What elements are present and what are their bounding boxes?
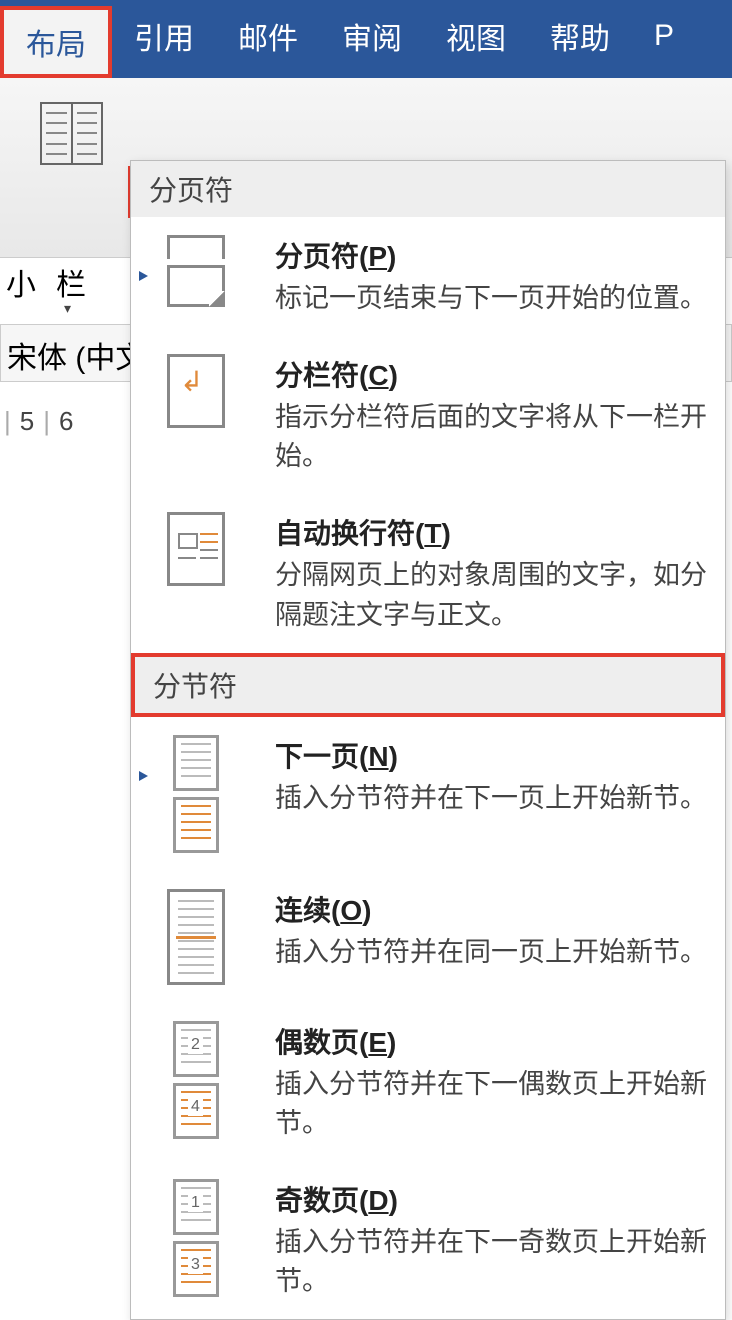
columns-label[interactable]: 栏 xyxy=(56,260,86,304)
tab-mail[interactable]: 邮件 xyxy=(216,0,320,72)
ribbon-tabs: 布局 引用 邮件 审阅 视图 帮助 P xyxy=(0,0,732,78)
odd-page-icon: 3 xyxy=(173,1241,219,1297)
menu-item-text-wrap[interactable]: 自动换行符(T) 分隔网页上的对象周围的文字，如分隔题注文字与正文。 xyxy=(131,494,725,652)
breaks-dropdown-menu: 分页符 分页符(P) 标记一页结束与下一页开始的位置。 分栏符(C) 指示分栏符… xyxy=(130,160,726,1320)
menu-item-even-page[interactable]: 2 4 偶数页(E) 插入分节符并在下一偶数页上开始新节。 xyxy=(131,1003,725,1161)
columns-icon[interactable] xyxy=(40,102,103,165)
menu-item-desc: 指示分栏符后面的文字将从下一栏开始。 xyxy=(275,398,711,476)
even-page-icon: 2 xyxy=(173,1021,219,1077)
tab-help[interactable]: 帮助 xyxy=(528,0,632,72)
next-page-icon xyxy=(173,797,219,853)
tab-partial[interactable]: P xyxy=(632,0,696,72)
page-break-icon xyxy=(167,265,225,307)
menu-item-column-break[interactable]: 分栏符(C) 指示分栏符后面的文字将从下一栏开始。 xyxy=(131,336,725,494)
even-page-icon: 4 xyxy=(173,1083,219,1139)
menu-item-desc: 插入分节符并在下一奇数页上开始新节。 xyxy=(275,1223,711,1301)
odd-page-icon: 1 xyxy=(173,1179,219,1235)
continuous-icon xyxy=(167,889,225,985)
tab-view[interactable]: 视图 xyxy=(424,0,528,72)
menu-item-title: 奇数页(D) xyxy=(275,1179,711,1219)
menu-item-title: 分栏符(C) xyxy=(275,354,711,394)
menu-item-title: 偶数页(E) xyxy=(275,1021,711,1061)
menu-item-title: 分页符(P) xyxy=(275,235,711,275)
current-indicator-icon xyxy=(139,271,148,281)
menu-item-title: 连续(O) xyxy=(275,889,711,929)
menu-item-next-page[interactable]: 下一页(N) 插入分节符并在下一页上开始新节。 xyxy=(131,717,725,871)
menu-item-title: 自动换行符(T) xyxy=(275,512,711,552)
menu-item-odd-page[interactable]: 1 3 奇数页(D) 插入分节符并在下一奇数页上开始新节。 xyxy=(131,1161,725,1319)
text-wrap-icon xyxy=(167,512,225,586)
tab-references[interactable]: 引用 xyxy=(112,0,216,72)
next-page-icon xyxy=(173,735,219,791)
current-indicator-icon xyxy=(139,771,148,781)
page-break-icon xyxy=(167,235,225,259)
menu-item-title: 下一页(N) xyxy=(275,735,711,775)
ruler-partial: |5|6 xyxy=(0,396,130,440)
menu-item-desc: 插入分节符并在同一页上开始新节。 xyxy=(275,933,711,972)
section-breaks-header: 分节符 xyxy=(131,653,725,717)
menu-item-desc: 标记一页结束与下一页开始的位置。 xyxy=(275,279,711,318)
column-break-icon xyxy=(167,354,225,428)
tab-layout[interactable]: 布局 xyxy=(0,6,112,78)
menu-item-desc: 插入分节符并在下一偶数页上开始新节。 xyxy=(275,1065,711,1143)
tab-review[interactable]: 审阅 xyxy=(320,0,424,72)
menu-item-desc: 插入分节符并在下一页上开始新节。 xyxy=(275,779,711,818)
size-label-partial: 小 xyxy=(6,260,36,304)
menu-item-continuous[interactable]: 连续(O) 插入分节符并在同一页上开始新节。 xyxy=(131,871,725,1003)
menu-item-page-break[interactable]: 分页符(P) 标记一页结束与下一页开始的位置。 xyxy=(131,217,725,336)
menu-item-desc: 分隔网页上的对象周围的文字，如分隔题注文字与正文。 xyxy=(275,556,711,634)
page-breaks-header: 分页符 xyxy=(131,161,725,217)
chevron-down-icon[interactable]: ▾ xyxy=(64,300,71,317)
